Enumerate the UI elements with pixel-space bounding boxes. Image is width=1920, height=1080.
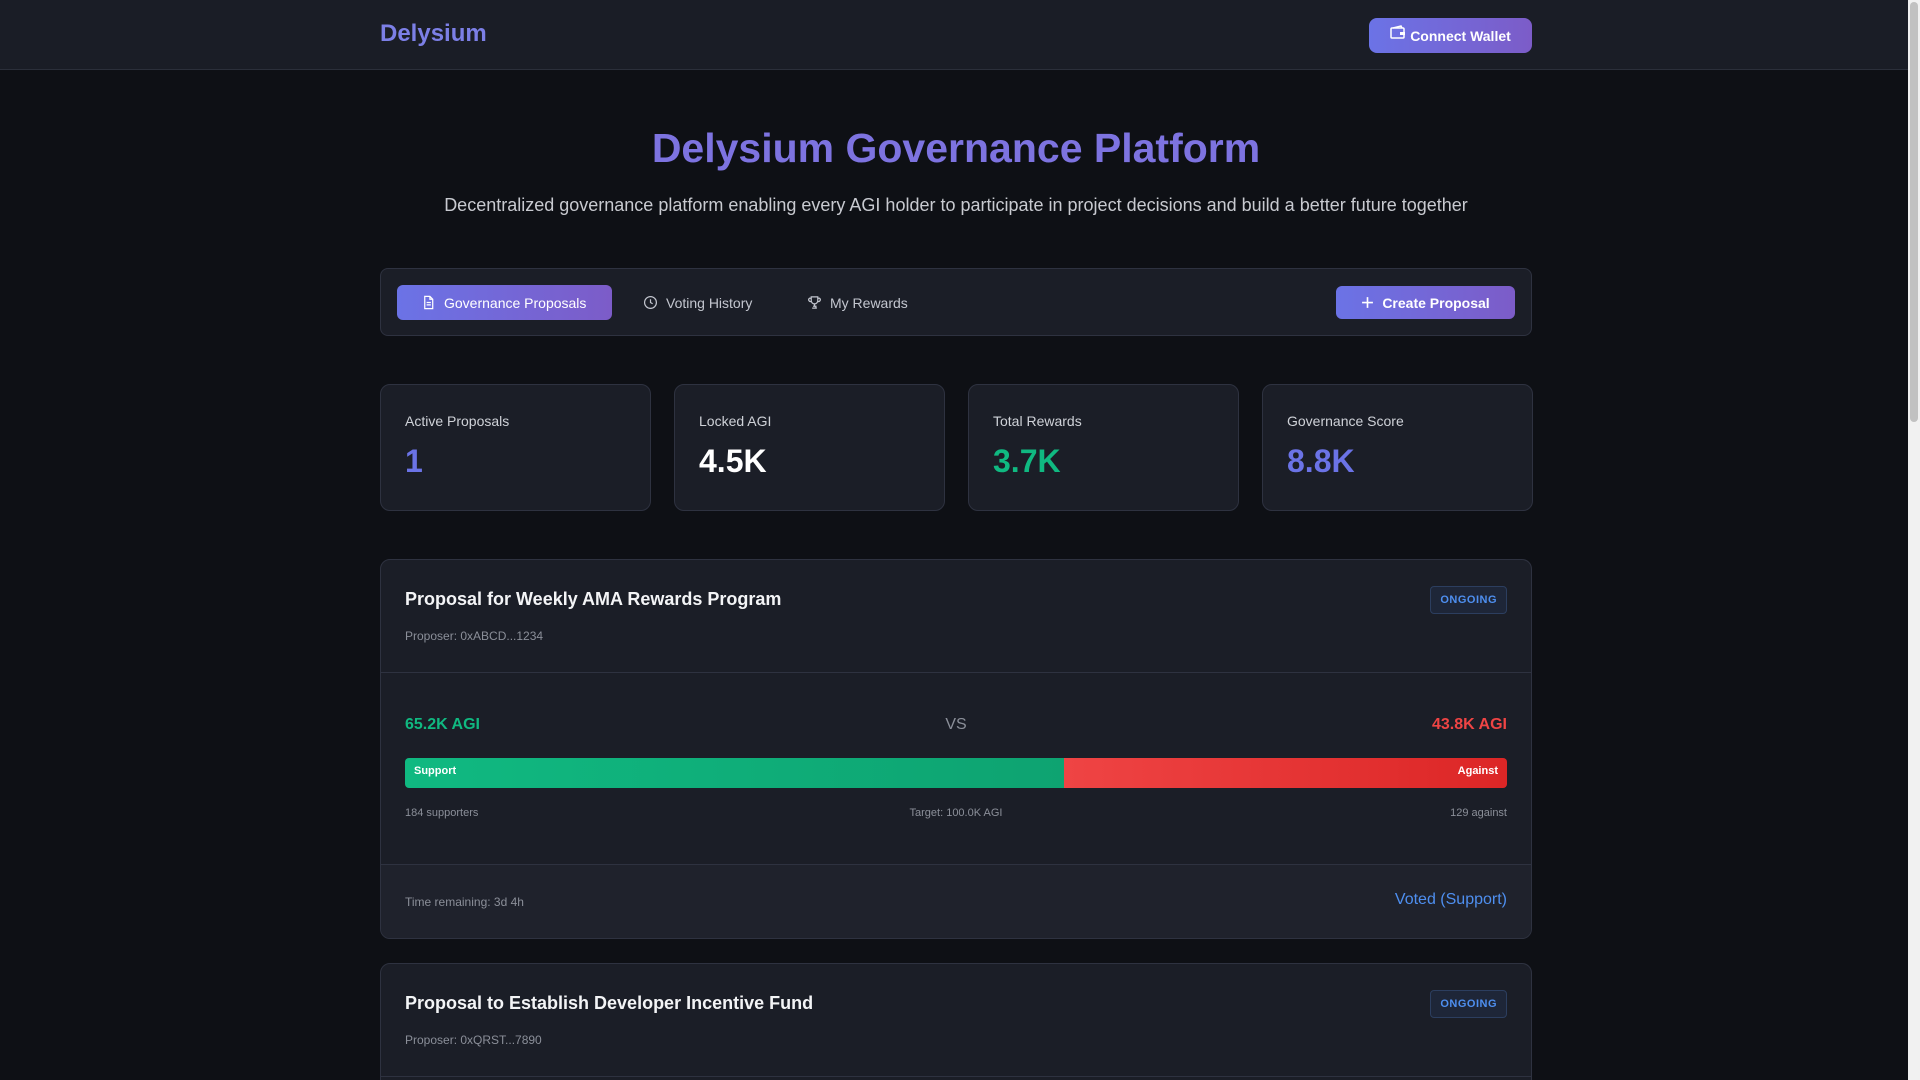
time-remaining: Time remaining: 3d 4h bbox=[405, 895, 524, 909]
support-bar-label: Support bbox=[414, 765, 457, 777]
document-icon bbox=[424, 295, 434, 310]
tab-label: Voting History bbox=[666, 294, 753, 311]
brand-logo[interactable]: Delysium bbox=[380, 20, 487, 48]
tab-governance-proposals[interactable]: Governance Proposals bbox=[397, 285, 612, 320]
connect-wallet-button[interactable]: Connect Wallet bbox=[1369, 18, 1532, 53]
divider bbox=[381, 864, 1531, 865]
stat-card-total-rewards: Total Rewards 3.7K bbox=[968, 384, 1239, 511]
plus-icon bbox=[1362, 297, 1374, 308]
tab-my-rewards[interactable]: My Rewards bbox=[783, 285, 932, 320]
wallet-icon bbox=[1390, 24, 1406, 39]
vs-label: VS bbox=[945, 716, 967, 733]
stat-label: Locked AGI bbox=[699, 413, 772, 429]
voted-status-link[interactable]: Voted (Support) bbox=[1395, 891, 1507, 909]
target-amount: Target: 100.0K AGI bbox=[909, 807, 1003, 819]
clock-icon bbox=[643, 295, 658, 310]
tab-voting-history[interactable]: Voting History bbox=[619, 285, 776, 320]
divider bbox=[381, 1076, 1531, 1077]
stat-card-locked-agi: Locked AGI 4.5K bbox=[674, 384, 945, 511]
proposal-title[interactable]: Proposal for Weekly AMA Rewards Program bbox=[405, 589, 781, 610]
proposal-proposer: Proposer: 0xQRST...7890 bbox=[405, 1033, 542, 1047]
vote-meta: 184 supporters Target: 100.0K AGI 129 ag… bbox=[405, 807, 1507, 821]
page-subtitle: Decentralized governance platform enabli… bbox=[444, 195, 1468, 215]
trophy-icon bbox=[808, 296, 821, 309]
proposal-card[interactable]: Proposal for Weekly AMA Rewards Program … bbox=[380, 559, 1532, 939]
tab-bar: Governance Proposals Voting History My R… bbox=[380, 268, 1532, 336]
vote-amounts: 65.2K AGI VS 43.8K AGI bbox=[405, 716, 1507, 736]
create-proposal-label: Create Proposal bbox=[1382, 294, 1490, 311]
stat-label: Active Proposals bbox=[405, 413, 510, 429]
status-badge: ONGOING bbox=[1430, 990, 1507, 1018]
stat-label: Total Rewards bbox=[993, 413, 1082, 429]
against-count: 129 against bbox=[1450, 807, 1507, 819]
status-badge: ONGOING bbox=[1430, 586, 1507, 614]
scrollbar-thumb[interactable] bbox=[1910, 2, 1918, 422]
top-navbar: Delysium Connect Wallet bbox=[0, 0, 1908, 70]
stat-label: Governance Score bbox=[1287, 413, 1404, 429]
stat-value: 8.8K bbox=[1287, 443, 1355, 479]
tab-label: Governance Proposals bbox=[444, 294, 587, 311]
tab-label: My Rewards bbox=[830, 294, 908, 311]
against-bar-segment: Against bbox=[1063, 758, 1507, 788]
support-bar-segment: Support bbox=[405, 758, 1064, 788]
stat-value: 4.5K bbox=[699, 443, 767, 479]
against-bar-label: Against bbox=[1457, 765, 1498, 777]
divider bbox=[381, 672, 1531, 673]
proposal-proposer: Proposer: 0xABCD...1234 bbox=[405, 629, 544, 643]
proposal-card[interactable]: Proposal to Establish Developer Incentiv… bbox=[380, 963, 1532, 1080]
stat-value: 3.7K bbox=[993, 443, 1061, 479]
against-amount: 43.8K AGI bbox=[1432, 716, 1507, 733]
connect-wallet-label: Connect Wallet bbox=[1410, 27, 1511, 44]
stat-card-active-proposals: Active Proposals 1 bbox=[380, 384, 651, 511]
proposal-footer: Time remaining: 3d 4h Voted (Support) bbox=[381, 864, 1531, 938]
stat-value: 1 bbox=[405, 443, 423, 479]
page-title: Delysium Governance Platform bbox=[651, 125, 1261, 171]
proposal-title[interactable]: Proposal to Establish Developer Incentiv… bbox=[405, 993, 813, 1014]
stat-card-governance-score: Governance Score 8.8K bbox=[1262, 384, 1533, 511]
vote-progress-bar: Support Against bbox=[405, 758, 1507, 788]
create-proposal-button[interactable]: Create Proposal bbox=[1336, 286, 1515, 319]
